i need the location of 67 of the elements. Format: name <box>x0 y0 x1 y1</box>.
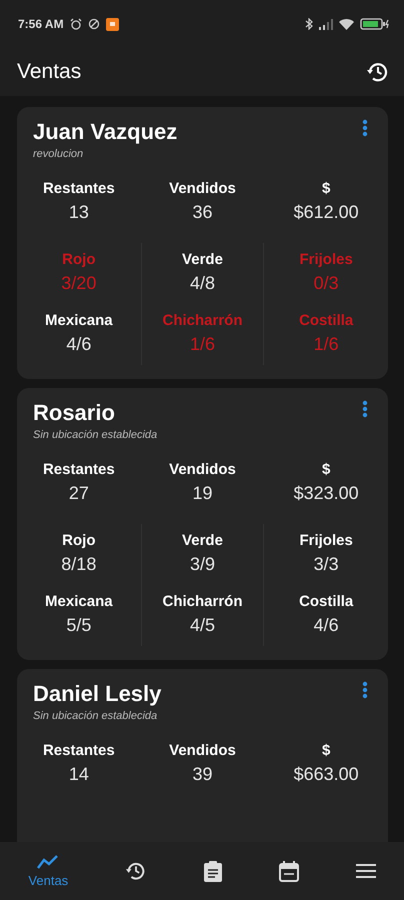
product-count: 4/5 <box>190 615 215 636</box>
more-options-icon[interactable] <box>362 400 368 418</box>
product-label: Frijoles <box>299 532 353 549</box>
product-label: Verde <box>182 251 223 268</box>
product-label: Chicharrón <box>162 312 242 329</box>
product-count: 4/8 <box>190 273 215 294</box>
stat-label: Restantes <box>42 461 115 478</box>
stat-label: Vendidos <box>169 180 236 197</box>
nav-tab[interactable]: Ventas <box>22 850 74 892</box>
vendor-name: Rosario <box>33 400 116 426</box>
product-label: Costilla <box>299 312 354 329</box>
stat-value: 27 <box>68 483 89 504</box>
clipboard-icon <box>204 860 222 882</box>
stat-value: 13 <box>68 202 89 223</box>
wifi-icon <box>339 18 354 30</box>
stat-label: Vendidos <box>169 742 236 759</box>
product-label: Frijoles <box>299 251 353 268</box>
stat-label: Restantes <box>42 742 115 759</box>
product-count: 1/6 <box>314 334 339 355</box>
product-count: 3/9 <box>190 554 215 575</box>
more-options-icon[interactable] <box>362 681 368 699</box>
stat-label: Vendidos <box>169 461 236 478</box>
stat-label: $ <box>322 742 330 759</box>
product-label: Verde <box>182 532 223 549</box>
product-count: 1/6 <box>190 334 215 355</box>
product-count: 3/3 <box>314 554 339 575</box>
stat-label: $ <box>322 180 330 197</box>
product-label: Rojo <box>62 532 96 549</box>
product-label: Costilla <box>299 593 354 610</box>
product-count: 4/6 <box>314 615 339 636</box>
battery-icon <box>360 18 390 30</box>
stat-label: $ <box>322 461 330 478</box>
vendor-name: Juan Vazquez <box>33 119 178 145</box>
stat-value: $663.00 <box>294 764 359 785</box>
alarm-icon <box>70 18 82 30</box>
trend-icon <box>37 854 60 868</box>
product-count: 3/20 <box>61 273 96 294</box>
stat-value: $612.00 <box>294 202 359 223</box>
signal-icon <box>319 18 333 30</box>
stat-value: $323.00 <box>294 483 359 504</box>
product-label: Mexicana <box>45 593 113 610</box>
app-notification-icon <box>106 18 119 30</box>
bluetooth-icon <box>305 18 313 30</box>
product-label: Mexicana <box>45 312 113 329</box>
status-time: 7:56 AM <box>18 17 64 31</box>
stat-value: 39 <box>192 764 212 785</box>
product-label: Rojo <box>62 251 96 268</box>
history-icon <box>125 860 148 882</box>
no-disturb-icon <box>88 18 100 30</box>
stat-label: Restantes <box>42 180 115 197</box>
stat-value: 14 <box>68 764 89 785</box>
more-options-icon[interactable] <box>362 119 368 137</box>
screen-title: Ventas <box>17 60 82 84</box>
calendar-icon <box>278 860 299 882</box>
vendor-name: Daniel Lesly <box>33 681 162 707</box>
stat-value: 19 <box>192 483 212 504</box>
vendor-location: revolucion <box>33 148 84 160</box>
vendor-location: Sin ubicación establecida <box>33 429 158 441</box>
vendor-location: Sin ubicación establecida <box>33 710 158 722</box>
stat-value: 36 <box>192 202 212 223</box>
menu-icon <box>356 864 376 878</box>
product-count: 4/6 <box>66 334 92 355</box>
product-label: Chicharrón <box>162 593 242 610</box>
history-icon[interactable] <box>366 60 390 84</box>
product-count: 0/3 <box>314 273 339 294</box>
product-count: 8/18 <box>61 554 96 575</box>
product-count: 5/5 <box>66 615 92 636</box>
